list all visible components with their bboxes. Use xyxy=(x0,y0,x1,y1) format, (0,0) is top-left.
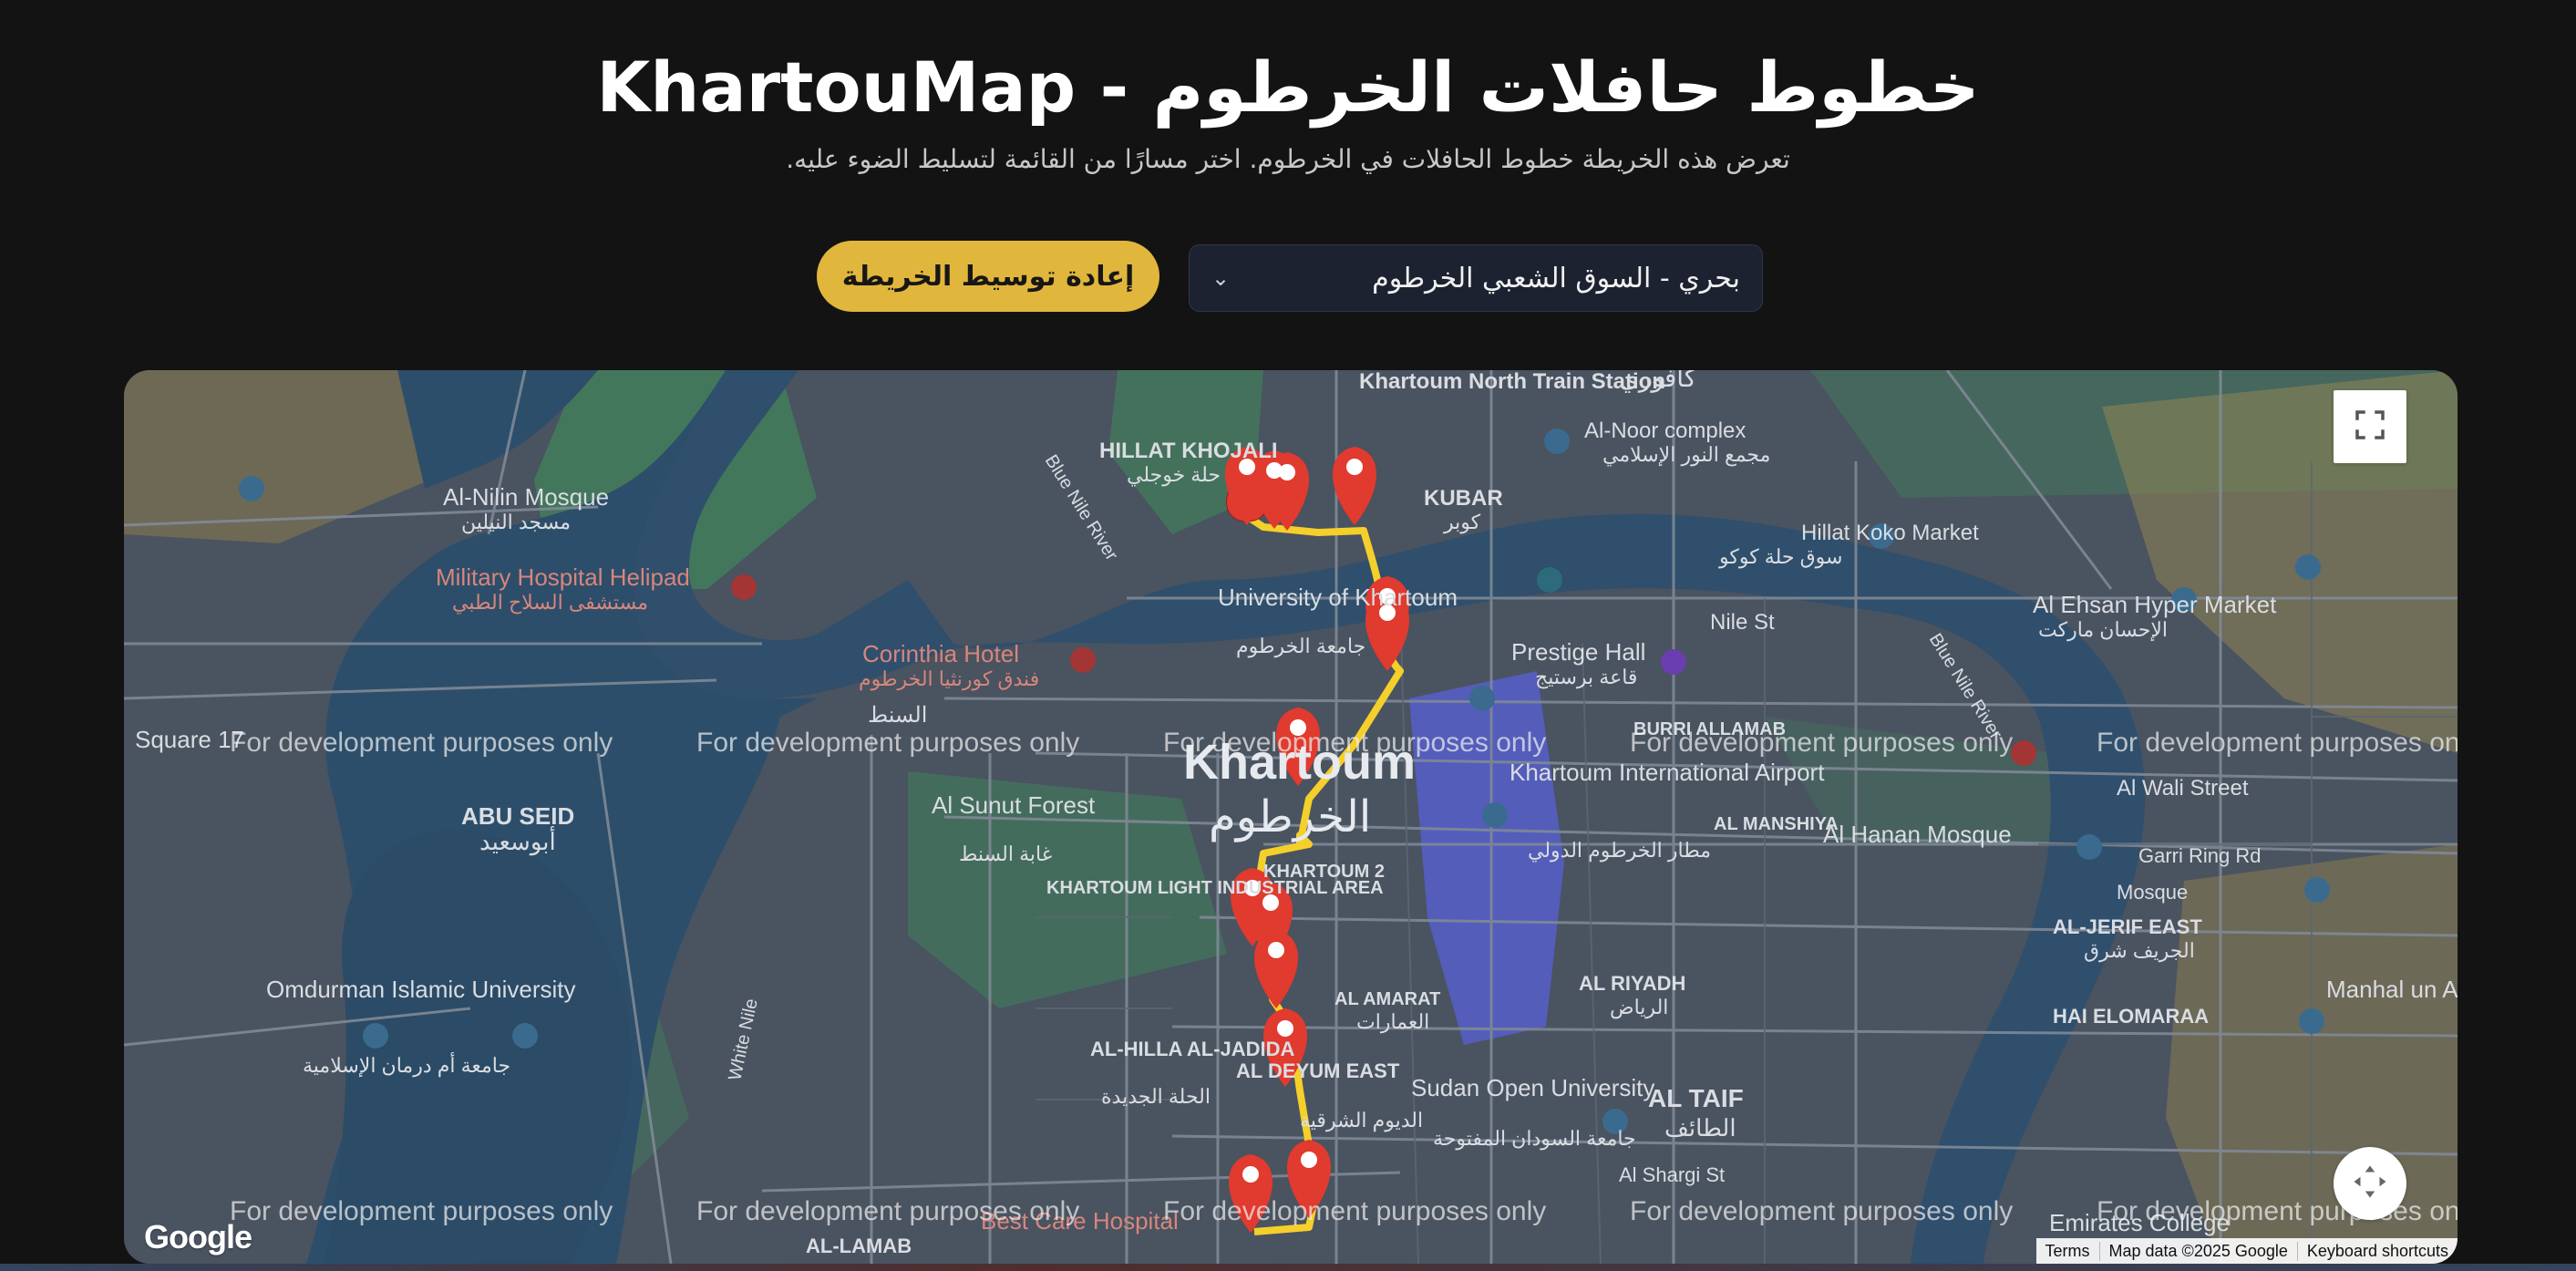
label-square-17: Square 17 xyxy=(135,726,244,753)
page-subtitle: تعرض هذه الخريطة خطوط الحافلات في الخرطو… xyxy=(786,144,1790,174)
label-al-jerif-east-ar: الجريف شرق xyxy=(2084,939,2195,963)
label-al-deyum-east: AL DEYUM EAST xyxy=(1236,1059,1400,1082)
recenter-label: إعادة توسيط الخريطة xyxy=(841,260,1135,293)
label-uofk-ar: جامعة الخرطوم xyxy=(1236,635,1365,658)
label-al-nilin-mosque: Al-Nilin Mosque xyxy=(443,483,609,511)
label-garri-ring: Garri Ring Rd xyxy=(2138,844,2261,867)
terms-link[interactable]: Terms xyxy=(2036,1242,2099,1261)
label-sunut-forest: Al Sunut Forest xyxy=(932,791,1096,819)
header: خطوط حافلات الخرطوم - KhartouMap تعرض هذ… xyxy=(0,36,2576,174)
label-al-hilla-ar: الحلة الجديدة xyxy=(1101,1085,1211,1108)
map-data: Map data ©2025 Google xyxy=(2098,1241,2297,1261)
label-khartoum-2: KHARTOUM 2 xyxy=(1263,862,1385,882)
bottom-strip xyxy=(0,1264,2576,1271)
selected-route: بحري - السوق الشعبي الخرطوم xyxy=(1372,262,1740,294)
label-sudan-open: Sudan Open University xyxy=(1411,1074,1654,1101)
label-hillat-khojali: HILLAT KHOJALI xyxy=(1099,439,1278,463)
map-canvas: Khartoum North Train Station كافوري Al-N… xyxy=(124,370,2458,1264)
watermark: For development purposes only xyxy=(696,1196,1079,1226)
label-al-deyum-east-ar: الديوم الشرقية xyxy=(1300,1109,1423,1132)
compass-icon xyxy=(2351,1162,2389,1204)
map-footer: Terms Map data ©2025 Google Keyboard sho… xyxy=(2035,1238,2458,1264)
label-kubar-ar: كوبر xyxy=(1443,511,1481,534)
label-sudan-open-ar: جامعة السودان المفتوحة xyxy=(1433,1127,1636,1151)
label-abu-seid: ABU SEID xyxy=(461,802,574,830)
label-hai-elomaraa: HAI ELOMARAA xyxy=(2053,1005,2209,1028)
label-hillat-koko: Hillat Koko Market xyxy=(1801,521,1979,545)
recenter-map-button[interactable]: إعادة توسيط الخريطة xyxy=(817,241,1159,312)
watermark: For development purposes only xyxy=(2097,728,2458,758)
label-al-riyadh-ar: الرياض xyxy=(1610,996,1668,1019)
label-al-shargi: Al Shargi St xyxy=(1619,1163,1725,1186)
label-kafori: كافوري xyxy=(1619,370,1697,393)
watermark: For development purposes only xyxy=(2097,1196,2458,1226)
label-al-noor-ar: مجمع النور الإسلامي xyxy=(1602,443,1770,467)
label-hillat-khojali-ar: حلة خوجلي xyxy=(1127,463,1221,487)
label-omdurman-univ-ar: جامعة أم درمان الإسلامية xyxy=(303,1051,510,1078)
label-al-jerif-east: AL-JERIF EAST xyxy=(2053,915,2202,938)
page: خطوط حافلات الخرطوم - KhartouMap تعرض هذ… xyxy=(0,0,2576,1271)
label-hillat-koko-ar: سوق حلة كوكو xyxy=(1718,545,1842,569)
label-al-hilla: AL-HILLA AL-JADIDA xyxy=(1090,1038,1295,1060)
fullscreen-button[interactable] xyxy=(2334,390,2406,463)
label-military-hospital-ar: مستشفى السلاح الطبي xyxy=(452,591,648,615)
watermark: For development purposes only xyxy=(1163,728,1546,758)
label-al-nilin-mosque-ar: مسجد النيلين xyxy=(461,511,571,534)
label-prestige-hall-ar: قاعة برستيج xyxy=(1535,666,1637,689)
label-abu-seid-ar: أبوسعيد xyxy=(479,825,556,856)
fullscreen-icon xyxy=(2351,406,2389,448)
watermark: For development purposes only xyxy=(696,728,1079,758)
page-title: خطوط حافلات الخرطوم - KhartouMap xyxy=(596,46,1980,128)
label-sunut-forest-ar: غابة السنط xyxy=(959,842,1052,865)
label-al-lamab: AL-LAMAB xyxy=(806,1235,912,1257)
watermark: For development purposes only xyxy=(230,1196,613,1226)
label-airport-ar: مطار الخرطوم الدولي xyxy=(1528,839,1711,863)
label-al-amarat-ar: العمارات xyxy=(1356,1010,1429,1034)
label-nile-st: Nile St xyxy=(1710,610,1775,635)
label-al-taif: AL TAIF xyxy=(1648,1084,1744,1112)
label-al-ehsan: Al Ehsan Hyper Market xyxy=(2033,591,2277,618)
label-kubar: KUBAR xyxy=(1424,486,1503,511)
label-mosque: Mosque xyxy=(2117,881,2188,904)
label-khartoum-ar: الخرطوم xyxy=(1209,793,1371,842)
label-uofk: University of Khartoum xyxy=(1218,584,1458,611)
label-al-noor: Al-Noor complex xyxy=(1584,418,1746,443)
label-al-ehsan-ar: الإحسان ماركت xyxy=(2038,618,2168,642)
label-al-manshiya: AL MANSHIYA xyxy=(1714,814,1839,834)
label-military-hospital: Military Hospital Helipad xyxy=(436,563,690,591)
label-al-riyadh: AL RIYADH xyxy=(1579,972,1685,995)
google-logo: Google xyxy=(144,1218,252,1256)
chevron-down-icon: ⌄ xyxy=(1211,265,1231,291)
label-corinthia: Corinthia Hotel xyxy=(862,640,1019,667)
controls: إعادة توسيط الخريطة ⌄ بحري - السوق الشعب… xyxy=(817,241,1765,314)
label-prestige-hall: Prestige Hall xyxy=(1511,638,1645,666)
label-manhal: Manhal un Academy xyxy=(2326,976,2458,1003)
label-al-amarat: AL AMARAT xyxy=(1334,989,1440,1009)
label-corinthia-ar: فندق كورنثيا الخرطوم xyxy=(859,667,1039,691)
route-select[interactable]: ⌄ بحري - السوق الشعبي الخرطوم xyxy=(1189,244,1763,312)
label-al-taif-ar: الطائف xyxy=(1664,1114,1736,1142)
label-al-mogran: السنط xyxy=(868,703,927,728)
watermark: For development purposes only xyxy=(1163,1196,1546,1226)
label-omdurman-univ: Omdurman Islamic University xyxy=(266,976,576,1003)
map-camera-controls-button[interactable] xyxy=(2334,1147,2406,1220)
label-al-wali: Al Wali Street xyxy=(2117,776,2249,801)
watermark: For development purposes only xyxy=(1630,1196,2013,1226)
label-airport: Khartoum International Airport xyxy=(1510,759,1825,786)
label-al-hanan: Al Hanan Mosque xyxy=(1823,821,2012,848)
map-container[interactable]: Khartoum North Train Station كافوري Al-N… xyxy=(124,370,2458,1264)
keyboard-shortcuts-link[interactable]: Keyboard shortcuts xyxy=(2296,1241,2458,1261)
watermark: For development purposes only xyxy=(1630,728,2013,758)
watermark: For development purposes only xyxy=(230,728,613,758)
